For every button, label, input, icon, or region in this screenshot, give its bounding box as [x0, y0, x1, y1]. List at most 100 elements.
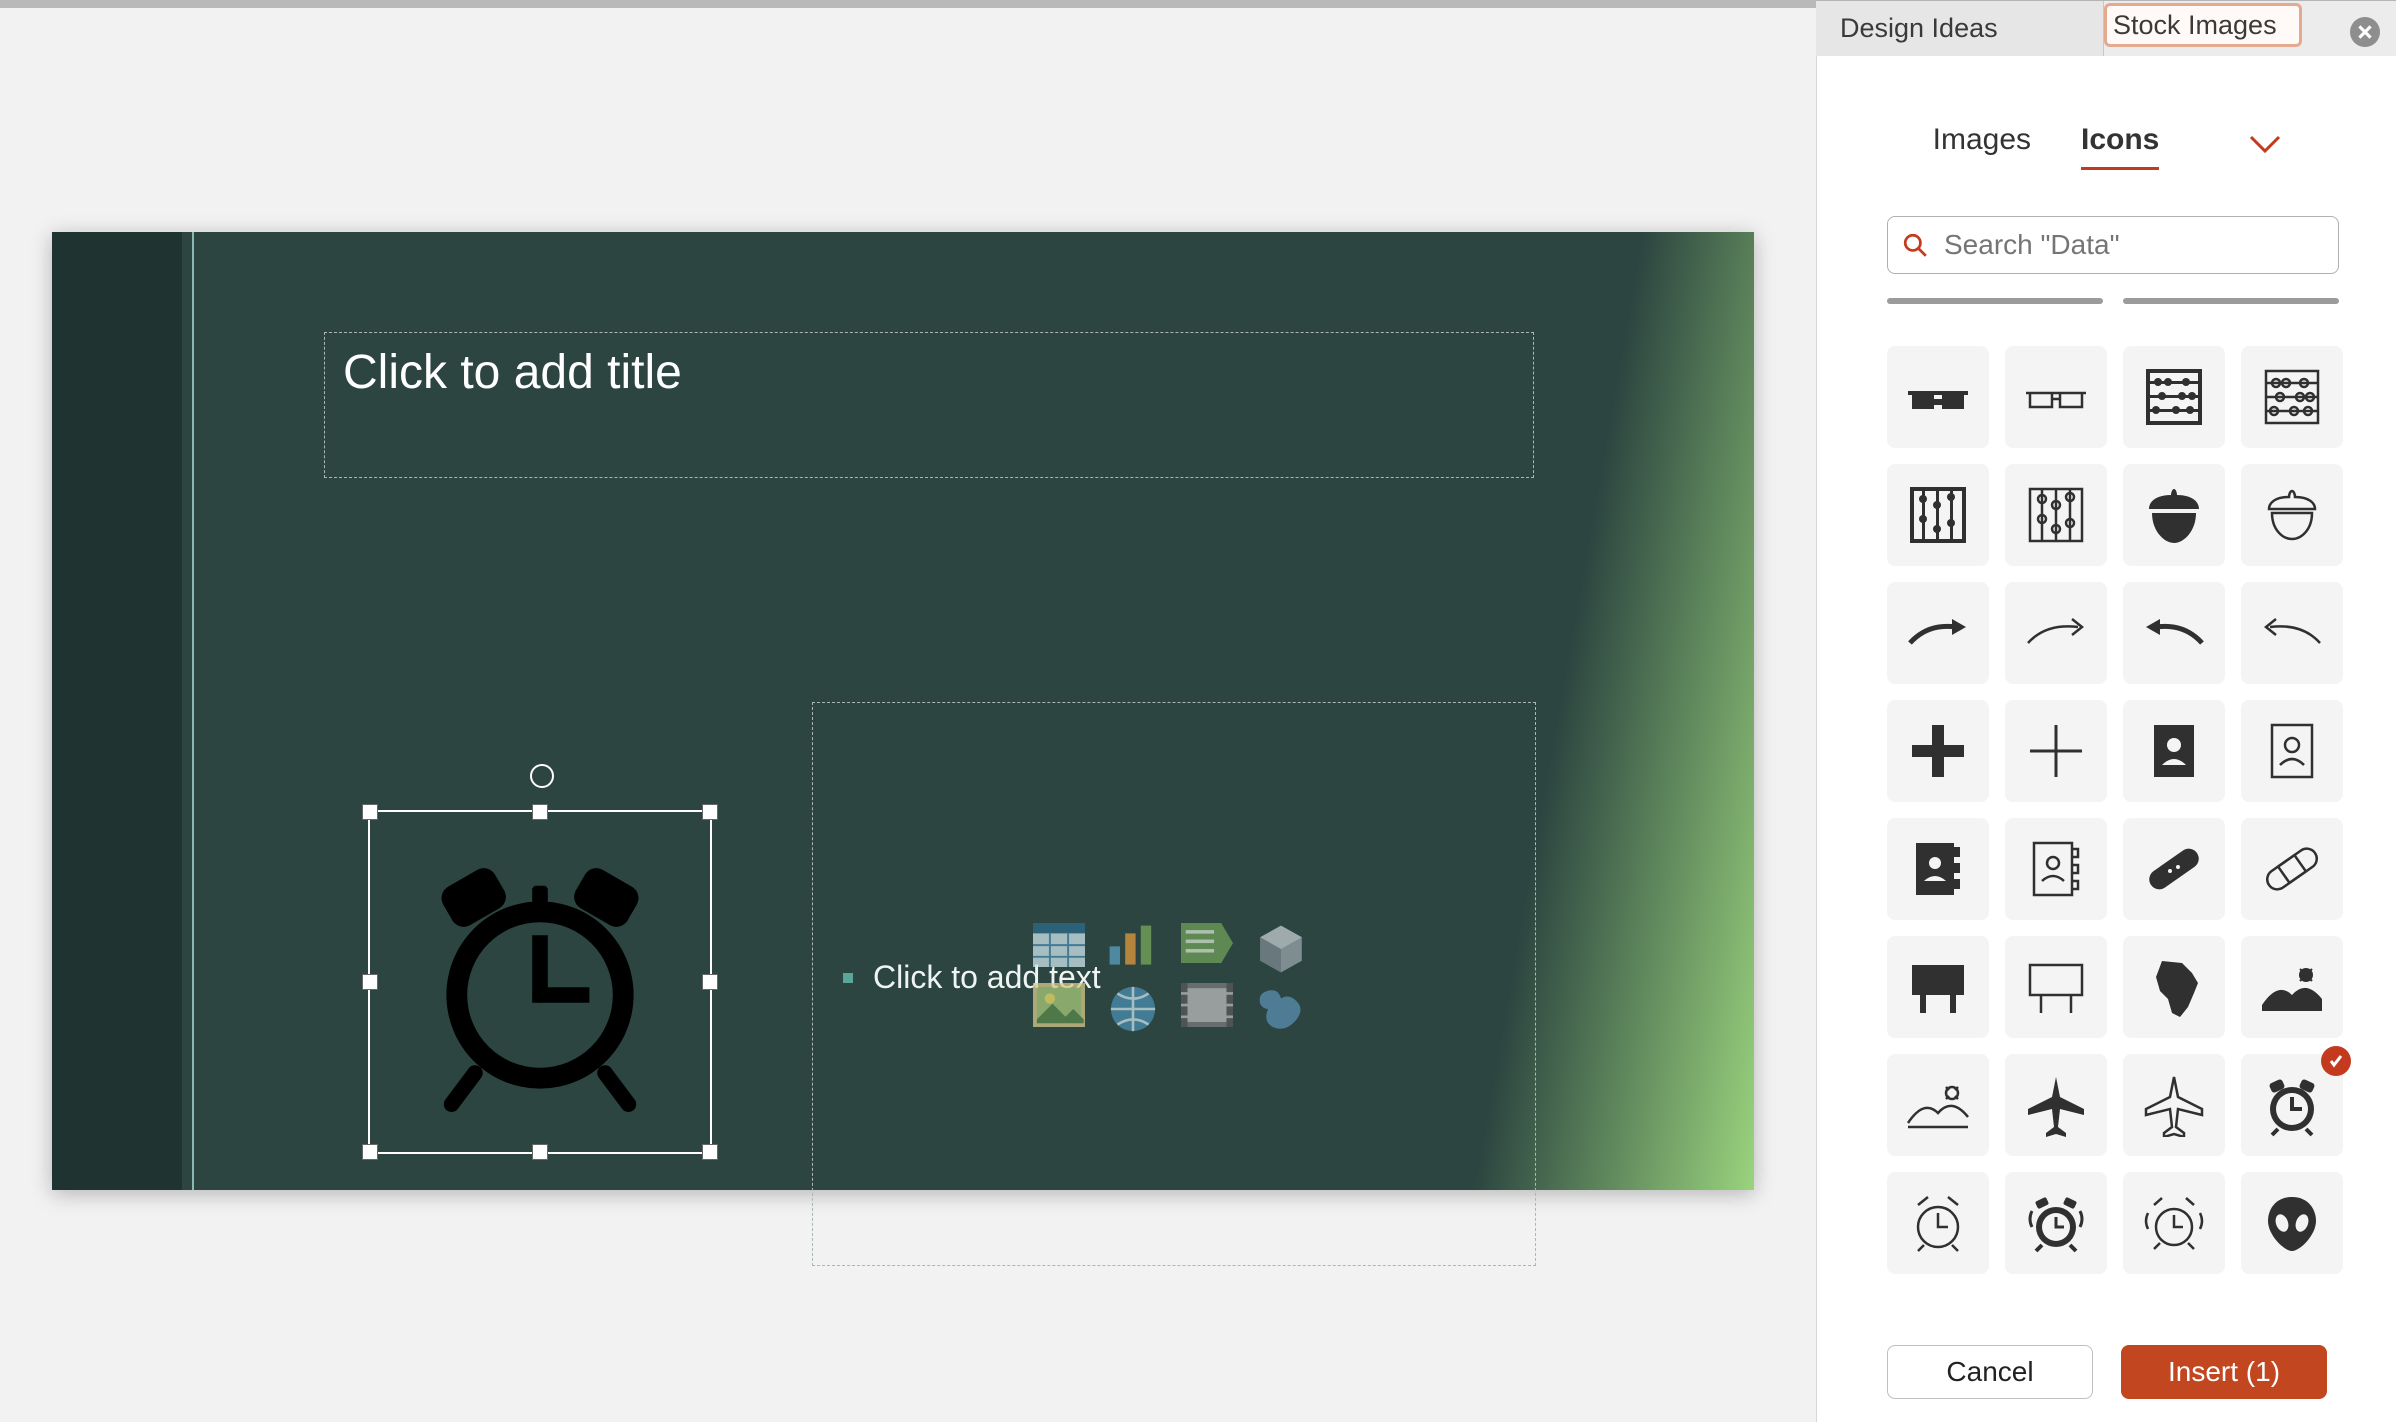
icon-bandage-outline[interactable] — [2241, 818, 2343, 920]
plus-icon — [2024, 719, 2088, 783]
alarm-clock-icon — [410, 852, 670, 1112]
category-strip[interactable] — [1887, 298, 2339, 318]
icon-arrow-curve-right-solid[interactable] — [1887, 582, 1989, 684]
alien-icon — [2260, 1191, 2324, 1255]
insert-chart-icon[interactable] — [1107, 923, 1159, 967]
content-placeholder[interactable]: Click to add text — [812, 702, 1536, 1266]
icon-plus-bold[interactable] — [1887, 700, 1989, 802]
rotation-handle[interactable] — [530, 764, 554, 788]
landscape-icon — [2260, 955, 2324, 1019]
resize-handle-w[interactable] — [362, 974, 378, 990]
insert-picture-icon[interactable] — [1033, 983, 1085, 1027]
landscape-icon — [1906, 1073, 1970, 1137]
slide-canvas[interactable]: Click to add title Click to add text — [52, 232, 1754, 1190]
search-input[interactable] — [1942, 228, 2324, 262]
close-pane-button[interactable] — [2350, 17, 2380, 47]
abacus-icon — [1906, 483, 1970, 547]
stock-images-pane: Images Icons — [1816, 56, 2396, 1422]
resize-handle-nw[interactable] — [362, 804, 378, 820]
resize-handle-sw[interactable] — [362, 1144, 378, 1160]
task-pane-header: Design Ideas Stock Images — [1816, 0, 2396, 57]
insert-online-picture-icon[interactable] — [1107, 983, 1159, 1027]
icons-tab[interactable]: Icons — [2081, 123, 2159, 170]
airplane-icon — [2142, 1073, 2206, 1137]
insert-table-icon[interactable] — [1033, 923, 1085, 967]
cancel-button[interactable]: Cancel — [1887, 1345, 2093, 1399]
icon-3d-glasses-outline[interactable] — [2005, 346, 2107, 448]
icon-arrow-curve-left-solid[interactable] — [2123, 582, 2225, 684]
3d-glasses-icon — [2024, 365, 2088, 429]
action-bar: Cancel Insert (1) — [1817, 1342, 2396, 1402]
selected-object-alarm-clock[interactable] — [368, 810, 712, 1154]
abacus-icon — [2024, 483, 2088, 547]
insert-video-icon[interactable] — [1181, 983, 1233, 1027]
content-insert-icons[interactable] — [1033, 923, 1315, 1033]
resize-handle-ne[interactable] — [702, 804, 718, 820]
address-book-icon — [2024, 837, 2088, 901]
more-tabs-chevron[interactable] — [2209, 130, 2281, 162]
design-ideas-tab[interactable]: Design Ideas — [1816, 1, 2104, 56]
stock-images-tab[interactable]: Stock Images — [2104, 3, 2302, 47]
stock-content-tabs: Images Icons — [1817, 106, 2396, 186]
icon-address-book-solid[interactable] — [2123, 700, 2225, 802]
icon-plus-thin[interactable] — [2005, 700, 2107, 802]
alarm-clock-icon — [1906, 1191, 1970, 1255]
bandage-icon — [2260, 837, 2324, 901]
icon-airplane-solid[interactable] — [2005, 1054, 2107, 1156]
resize-handle-s[interactable] — [532, 1144, 548, 1160]
billboard-icon — [2024, 955, 2088, 1019]
icon-arrow-curve-right-thin[interactable] — [2005, 582, 2107, 684]
icon-acorn-solid[interactable] — [2123, 464, 2225, 566]
africa-icon — [2142, 955, 2206, 1019]
icon-abacus-vertical-outline[interactable] — [2005, 464, 2107, 566]
airplane-icon — [2024, 1073, 2088, 1137]
design-ideas-label: Design Ideas — [1840, 13, 1998, 44]
insert-icon-icon[interactable] — [1255, 983, 1307, 1027]
icon-alarm-clock-ringing-outline[interactable] — [2123, 1172, 2225, 1274]
resize-handle-n[interactable] — [532, 804, 548, 820]
bandage-icon — [2142, 837, 2206, 901]
icon-agriculture-scene-solid[interactable] — [2241, 936, 2343, 1038]
stock-images-label: Stock Images — [2113, 10, 2277, 41]
arrow-icon — [2142, 601, 2206, 665]
insert-button[interactable]: Insert (1) — [2121, 1345, 2327, 1399]
chevron-down-icon — [2249, 135, 2281, 155]
icon-address-book-tab-solid[interactable] — [1887, 818, 1989, 920]
icon-alien-solid[interactable] — [2241, 1172, 2343, 1274]
resize-handle-se[interactable] — [702, 1144, 718, 1160]
icon-search-field[interactable] — [1887, 216, 2339, 274]
arrow-icon — [1906, 601, 1970, 665]
icon-alarm-clock-solid[interactable] — [2241, 1054, 2343, 1156]
icon-address-book-outline[interactable] — [2241, 700, 2343, 802]
icon-bandage-solid[interactable] — [2123, 818, 2225, 920]
icon-abacus-outline[interactable] — [2241, 346, 2343, 448]
arrow-icon — [2260, 601, 2324, 665]
abacus-icon — [2260, 365, 2324, 429]
insert-3dmodel-icon[interactable] — [1255, 923, 1307, 967]
icon-billboard-solid[interactable] — [1887, 936, 1989, 1038]
icon-3d-glasses-solid[interactable] — [1887, 346, 1989, 448]
arrow-icon — [2024, 601, 2088, 665]
icon-alarm-clock-ringing-solid[interactable] — [2005, 1172, 2107, 1274]
title-placeholder[interactable]: Click to add title — [324, 332, 1534, 478]
icon-abacus-solid[interactable] — [2123, 346, 2225, 448]
selected-badge — [2321, 1046, 2351, 1076]
icon-africa-solid[interactable] — [2123, 936, 2225, 1038]
images-tab[interactable]: Images — [1933, 123, 2031, 170]
icon-alarm-clock-outline-1[interactable] — [1887, 1172, 1989, 1274]
slide-accent-strip — [52, 232, 182, 1190]
acorn-icon — [2260, 483, 2324, 547]
icon-acorn-outline[interactable] — [2241, 464, 2343, 566]
resize-handle-e[interactable] — [702, 974, 718, 990]
icon-arrow-curve-left-thin[interactable] — [2241, 582, 2343, 684]
icon-airplane-outline[interactable] — [2123, 1054, 2225, 1156]
icon-agriculture-scene-outline[interactable] — [1887, 1054, 1989, 1156]
icon-abacus-vertical-solid[interactable] — [1887, 464, 1989, 566]
3d-glasses-icon — [1906, 365, 1970, 429]
icon-address-book-tab-outline[interactable] — [2005, 818, 2107, 920]
address-book-icon — [1906, 837, 1970, 901]
insert-smartart-icon[interactable] — [1181, 923, 1233, 967]
icon-billboard-outline[interactable] — [2005, 936, 2107, 1038]
bullet-icon — [843, 973, 853, 983]
address-book-icon — [2142, 719, 2206, 783]
